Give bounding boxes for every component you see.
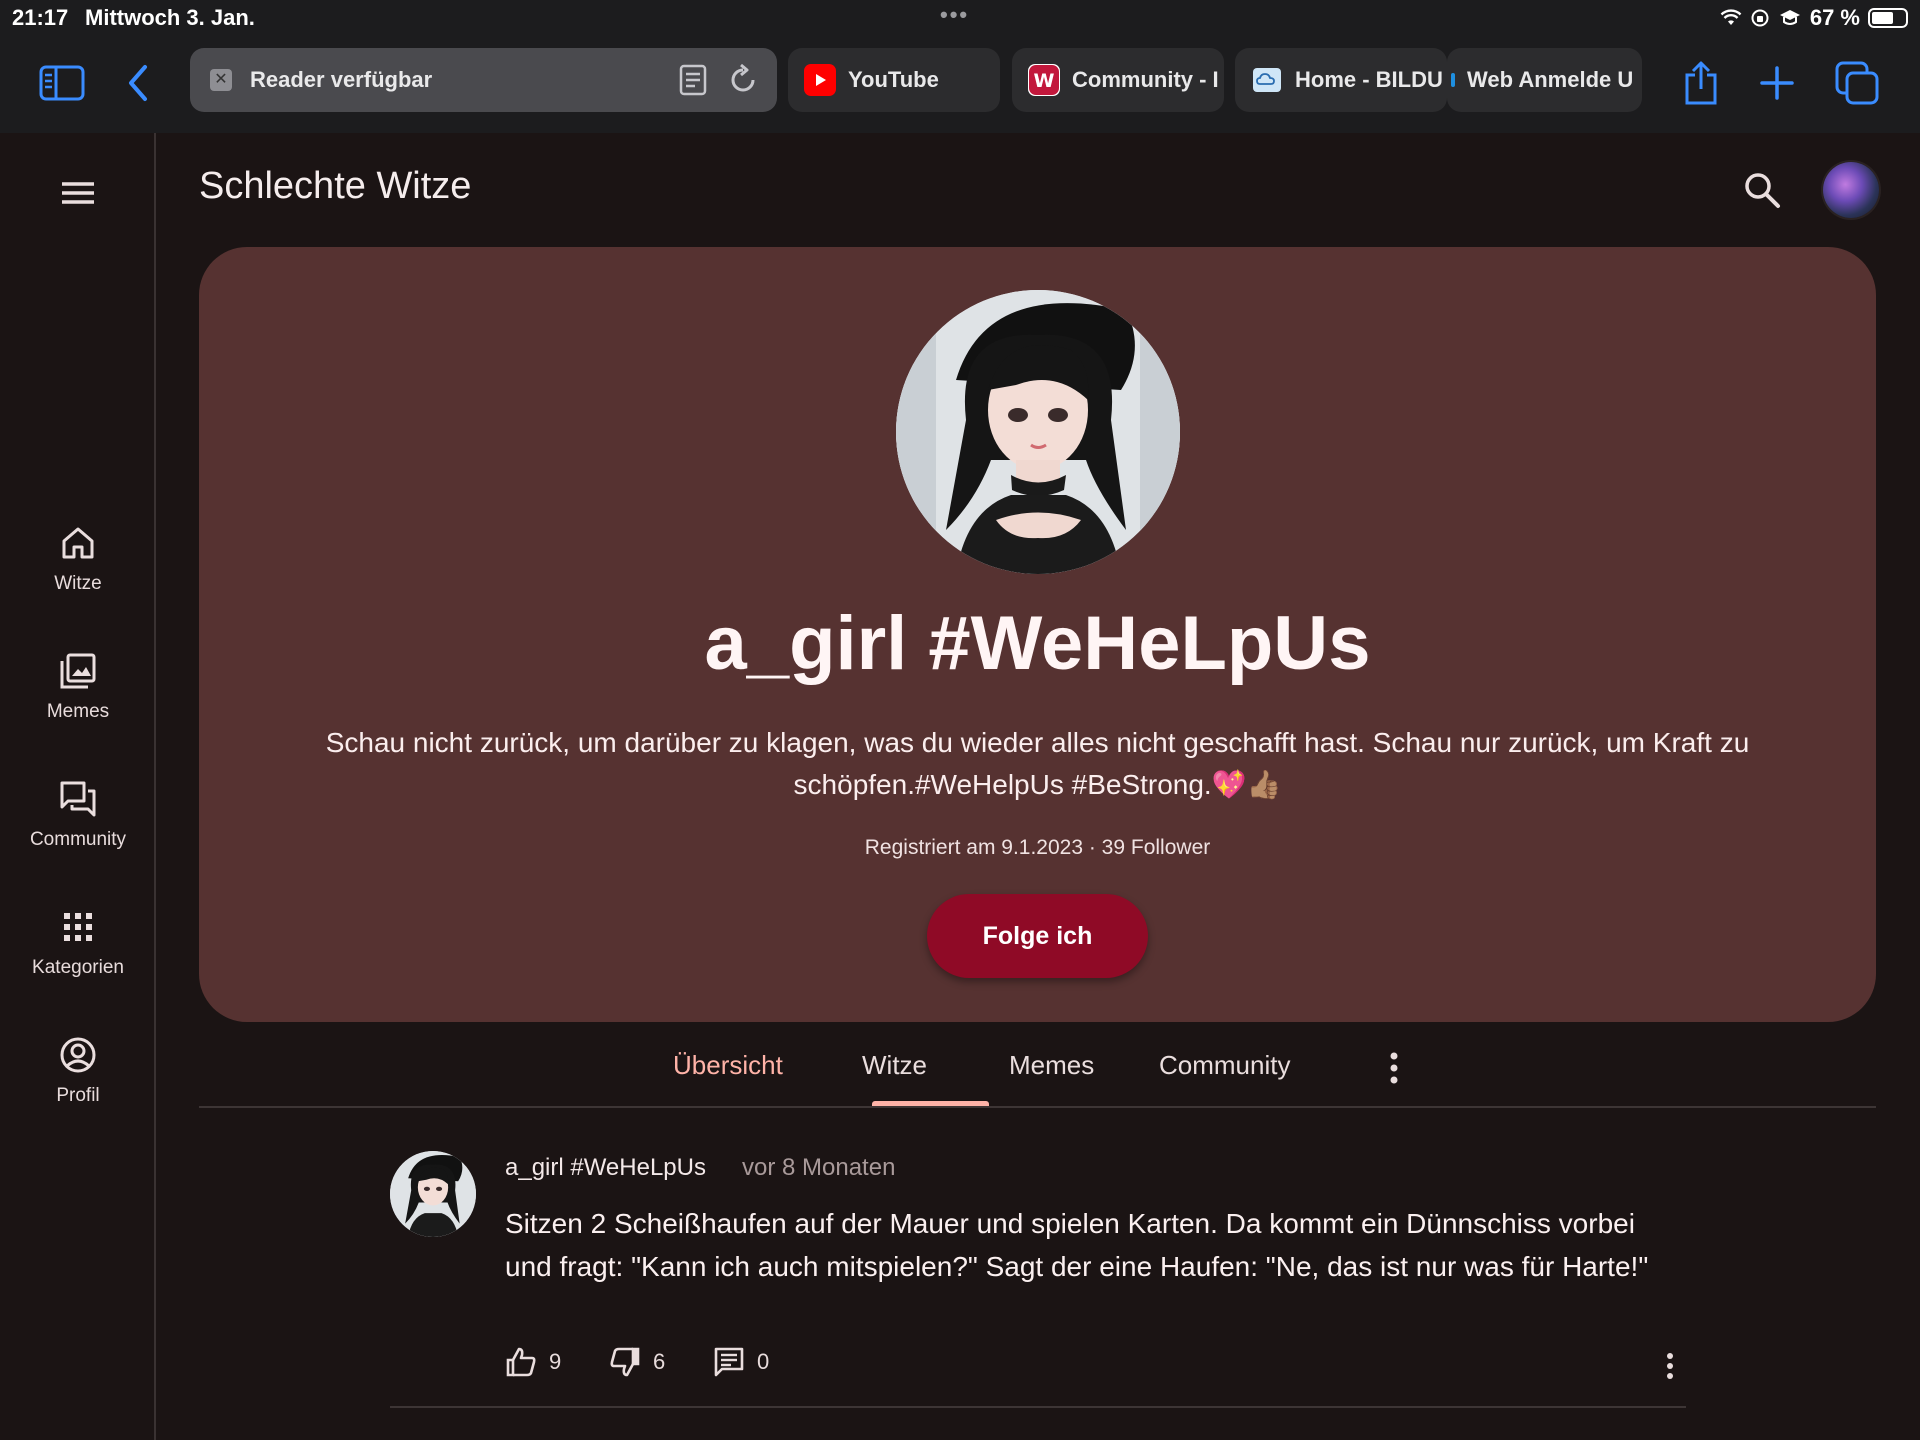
lock-rotation-icon xyxy=(1751,9,1769,27)
browser-tab-title: YouTube xyxy=(848,67,939,92)
post-divider xyxy=(390,1406,1686,1408)
profile-bio-line: schöpfen.#WeHelpUs #BeStrong.💖👍🏽 xyxy=(793,769,1282,800)
status-bar: 21:17 Mittwoch 3. Jan. ••• 67 % xyxy=(0,0,1920,40)
profile-avatar xyxy=(896,290,1180,574)
status-time: 21:17 xyxy=(12,5,69,30)
battery-fill xyxy=(1872,12,1893,24)
browser-tab-title: Community - I xyxy=(1072,67,1219,92)
tab-memes[interactable]: Memes xyxy=(1009,1050,1094,1081)
browser-tab-title: Home - BILDU xyxy=(1295,67,1443,92)
sidebar-item-community[interactable]: Community xyxy=(0,779,156,851)
side-navigation: Witze Memes Community Kategorien Profil xyxy=(0,133,156,1440)
multitasking-dots[interactable]: ••• xyxy=(940,2,969,28)
home-icon xyxy=(62,527,94,559)
thumb-up-icon xyxy=(506,1347,536,1377)
profile-bio: Schau nicht zurück, um darüber zu klagen… xyxy=(250,722,1825,806)
reader-icon[interactable] xyxy=(679,64,707,96)
new-tab-icon[interactable] xyxy=(1752,58,1802,108)
profile-tabs: Übersicht Witze Memes Community xyxy=(199,1028,1876,1108)
address-bar-label: Reader verfügbar xyxy=(250,67,433,92)
back-icon[interactable] xyxy=(113,58,163,108)
dislike-button[interactable]: 6 xyxy=(609,1346,665,1378)
browser-toolbar: ✕ Reader verfügbar YouTube W Community -… xyxy=(0,40,1920,133)
page-title[interactable]: Schlechte Witze xyxy=(199,165,471,208)
tab-overview-icon[interactable] xyxy=(1832,58,1882,108)
account-icon xyxy=(60,1037,96,1073)
comment-count: 0 xyxy=(757,1349,770,1374)
search-icon[interactable] xyxy=(1740,168,1784,212)
profile-meta: Registriert am 9.1.2023 · 39 Follower xyxy=(864,836,1211,859)
browser-tab-title: Web Anmelde U xyxy=(1467,67,1634,92)
menu-icon[interactable] xyxy=(58,173,98,213)
battery-icon xyxy=(1868,8,1908,28)
graduation-cap-icon xyxy=(1779,10,1800,25)
address-bar[interactable]: ✕ Reader verfügbar xyxy=(190,48,777,112)
close-tab-icon[interactable]: ✕ xyxy=(210,69,232,91)
cloud-icon xyxy=(1251,64,1283,96)
like-button[interactable]: 9 xyxy=(505,1346,561,1378)
browser-tab-community[interactable]: W Community - I xyxy=(1012,48,1224,112)
w-logo-icon: W xyxy=(1028,64,1060,96)
reload-icon[interactable] xyxy=(727,64,759,96)
tab-witze[interactable]: Witze xyxy=(862,1050,927,1081)
tab-community[interactable]: Community xyxy=(1159,1050,1290,1081)
battery-percent: 67 % xyxy=(1809,5,1860,30)
forum-icon xyxy=(60,781,96,817)
sidebar-item-label: Witze xyxy=(54,573,102,594)
follow-button[interactable]: Folge ich xyxy=(927,894,1148,978)
more-vert-icon[interactable] xyxy=(1379,1048,1409,1088)
sidebar-item-label: Memes xyxy=(46,701,110,722)
post-author[interactable]: a_girl #WeHeLpUs xyxy=(505,1154,706,1182)
sidebar-toggle-icon[interactable] xyxy=(37,58,87,108)
sidebar-item-witze[interactable]: Witze xyxy=(0,523,156,595)
avatar-illustration xyxy=(896,290,1180,574)
comment-icon xyxy=(714,1347,744,1377)
post-more-icon[interactable] xyxy=(1660,1350,1680,1382)
browser-tab-home[interactable]: Home - BILDU xyxy=(1235,48,1447,112)
post-timestamp: vor 8 Monaten xyxy=(742,1154,896,1181)
web-icon xyxy=(1451,73,1455,87)
user-avatar[interactable] xyxy=(1823,162,1879,218)
profile-bio-line: Schau nicht zurück, um darüber zu klagen… xyxy=(325,727,1750,758)
status-indicators: 67 % xyxy=(1720,5,1908,31)
like-count: 9 xyxy=(549,1349,562,1374)
grid-icon xyxy=(64,913,92,941)
sidebar-item-profil[interactable]: Profil xyxy=(0,1035,156,1107)
youtube-icon xyxy=(804,64,836,96)
tab-uebersicht[interactable]: Übersicht xyxy=(673,1050,783,1081)
thumb-down-icon xyxy=(610,1347,640,1377)
sidebar-item-label: Profil xyxy=(56,1085,100,1106)
share-icon[interactable] xyxy=(1676,58,1726,108)
svg-text:W: W xyxy=(1034,70,1055,92)
sidebar-item-label: Kategorien xyxy=(32,957,124,978)
status-date: Mittwoch 3. Jan. xyxy=(85,5,255,30)
avatar-illustration xyxy=(390,1151,476,1237)
comment-button[interactable]: 0 xyxy=(713,1346,769,1378)
post-text: Sitzen 2 Scheißhaufen auf der Mauer und … xyxy=(505,1208,1649,1282)
sidebar-item-kategorien[interactable]: Kategorien xyxy=(0,907,156,979)
post-avatar[interactable] xyxy=(390,1151,476,1237)
active-tab-indicator xyxy=(872,1101,989,1106)
browser-tab-youtube[interactable]: YouTube xyxy=(788,48,1000,112)
dislike-count: 6 xyxy=(653,1349,666,1374)
browser-tab-web[interactable]: Web Anmelde U xyxy=(1447,48,1642,112)
wifi-icon xyxy=(1720,9,1742,25)
sidebar-item-label: Community xyxy=(29,829,127,850)
image-icon xyxy=(60,653,96,689)
profile-name: a_girl #WeHeLpUs xyxy=(704,601,1371,686)
sidebar-item-memes[interactable]: Memes xyxy=(0,651,156,723)
